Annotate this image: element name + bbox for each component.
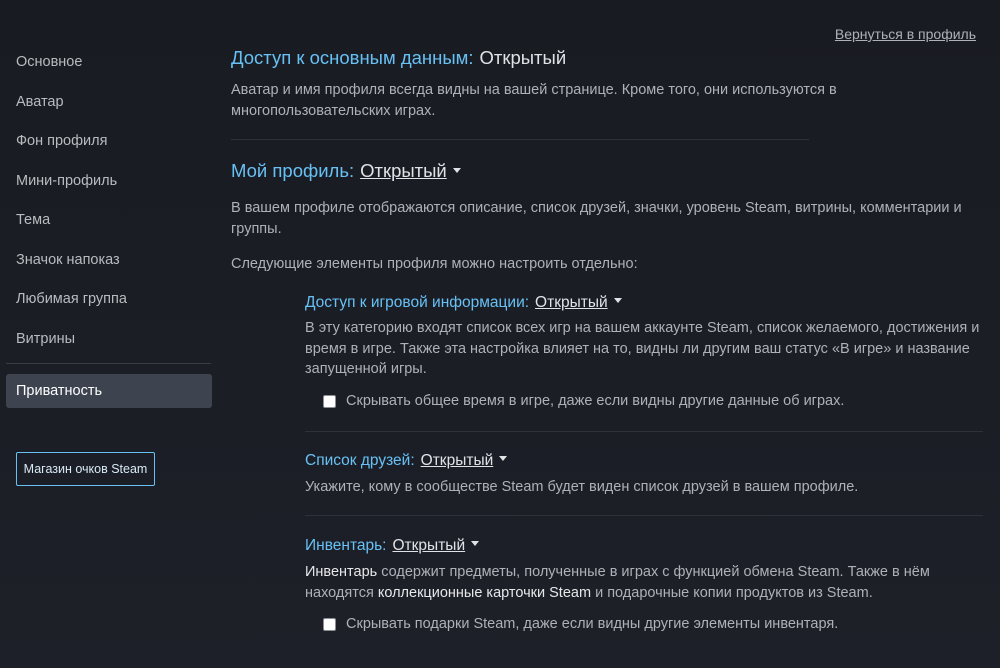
sidebar-item-general[interactable]: Основное xyxy=(6,48,212,88)
my-profile-heading: Мой профиль: Открытый xyxy=(231,160,461,182)
sidebar-item-featured-badge[interactable]: Значок напоказ xyxy=(6,246,212,286)
hide-playtime-label[interactable]: Скрывать общее время в игре, даже если в… xyxy=(346,393,844,409)
inventory-dropdown[interactable]: Открытый xyxy=(393,537,466,554)
chevron-down-icon[interactable] xyxy=(452,167,461,173)
inventory-title: Инвентарь: xyxy=(305,537,387,554)
my-profile-sub-intro: Следующие элементы профиля можно настрои… xyxy=(231,256,638,272)
sidebar-item-profile-background[interactable]: Фон профиля xyxy=(6,127,212,167)
friends-list-title: Список друзей: xyxy=(305,452,415,469)
sidebar-item-favorite-group[interactable]: Любимая группа xyxy=(6,285,212,325)
points-shop-button[interactable]: Магазин очков Steam xyxy=(16,452,155,486)
section-divider xyxy=(305,515,983,516)
game-details-title: Доступ к игровой информации: xyxy=(305,294,530,311)
game-details-dropdown[interactable]: Открытый xyxy=(535,294,608,311)
section-divider xyxy=(231,139,809,140)
basic-details-title: Доступ к основным данным: xyxy=(231,47,474,68)
sidebar-nav: Основное Аватар Фон профиля Мини-профиль… xyxy=(6,48,212,408)
sidebar-item-privacy[interactable]: Приватность xyxy=(6,374,212,408)
inventory-description: Инвентарь содержит предметы, полученные … xyxy=(305,562,945,603)
chevron-down-icon[interactable] xyxy=(613,298,622,304)
sidebar-item-mini-profile[interactable]: Мини-профиль xyxy=(6,167,212,207)
friends-list-dropdown[interactable]: Открытый xyxy=(421,452,494,469)
my-profile-title: Мой профиль: xyxy=(231,160,355,181)
friends-list-description: Укажите, кому в сообществе Steam будет в… xyxy=(305,479,859,495)
basic-details-value: Открытый xyxy=(479,47,567,68)
hide-gifts-option: Скрывать подарки Steam, даже если видны … xyxy=(323,616,838,632)
chevron-down-icon[interactable] xyxy=(499,456,508,462)
trading-cards-link[interactable]: коллекционные карточки Steam xyxy=(378,585,591,601)
game-details-description: В эту категорию входят список всех игр н… xyxy=(305,320,980,377)
game-details-heading: Доступ к игровой информации: Открытый xyxy=(305,294,622,312)
sidebar-divider xyxy=(6,363,211,364)
hide-gifts-label[interactable]: Скрывать подарки Steam, даже если видны … xyxy=(346,616,838,632)
back-to-profile-link[interactable]: Вернуться в профиль xyxy=(835,26,976,42)
sidebar-item-avatar[interactable]: Аватар xyxy=(6,88,212,128)
basic-details-description: Аватар и имя профиля всегда видны на ваш… xyxy=(231,82,837,119)
inventory-link[interactable]: Инвентарь xyxy=(305,564,377,580)
section-divider xyxy=(305,431,983,432)
inventory-heading: Инвентарь: Открытый xyxy=(305,537,480,555)
chevron-down-icon[interactable] xyxy=(471,541,480,547)
inventory-description-text-end: и подарочные копии продуктов из Steam. xyxy=(591,584,873,601)
hide-gifts-checkbox[interactable] xyxy=(323,617,336,631)
hide-playtime-checkbox[interactable] xyxy=(323,394,336,408)
friends-list-heading: Список друзей: Открытый xyxy=(305,452,508,470)
my-profile-dropdown[interactable]: Открытый xyxy=(360,160,447,181)
sidebar-item-theme[interactable]: Тема xyxy=(6,206,212,246)
my-profile-description: В вашем профиле отображаются описание, с… xyxy=(231,200,962,237)
sidebar-item-showcases[interactable]: Витрины xyxy=(6,325,212,365)
hide-playtime-option: Скрывать общее время в игре, даже если в… xyxy=(323,393,844,409)
basic-details-heading: Доступ к основным данным: Открытый xyxy=(231,47,566,69)
